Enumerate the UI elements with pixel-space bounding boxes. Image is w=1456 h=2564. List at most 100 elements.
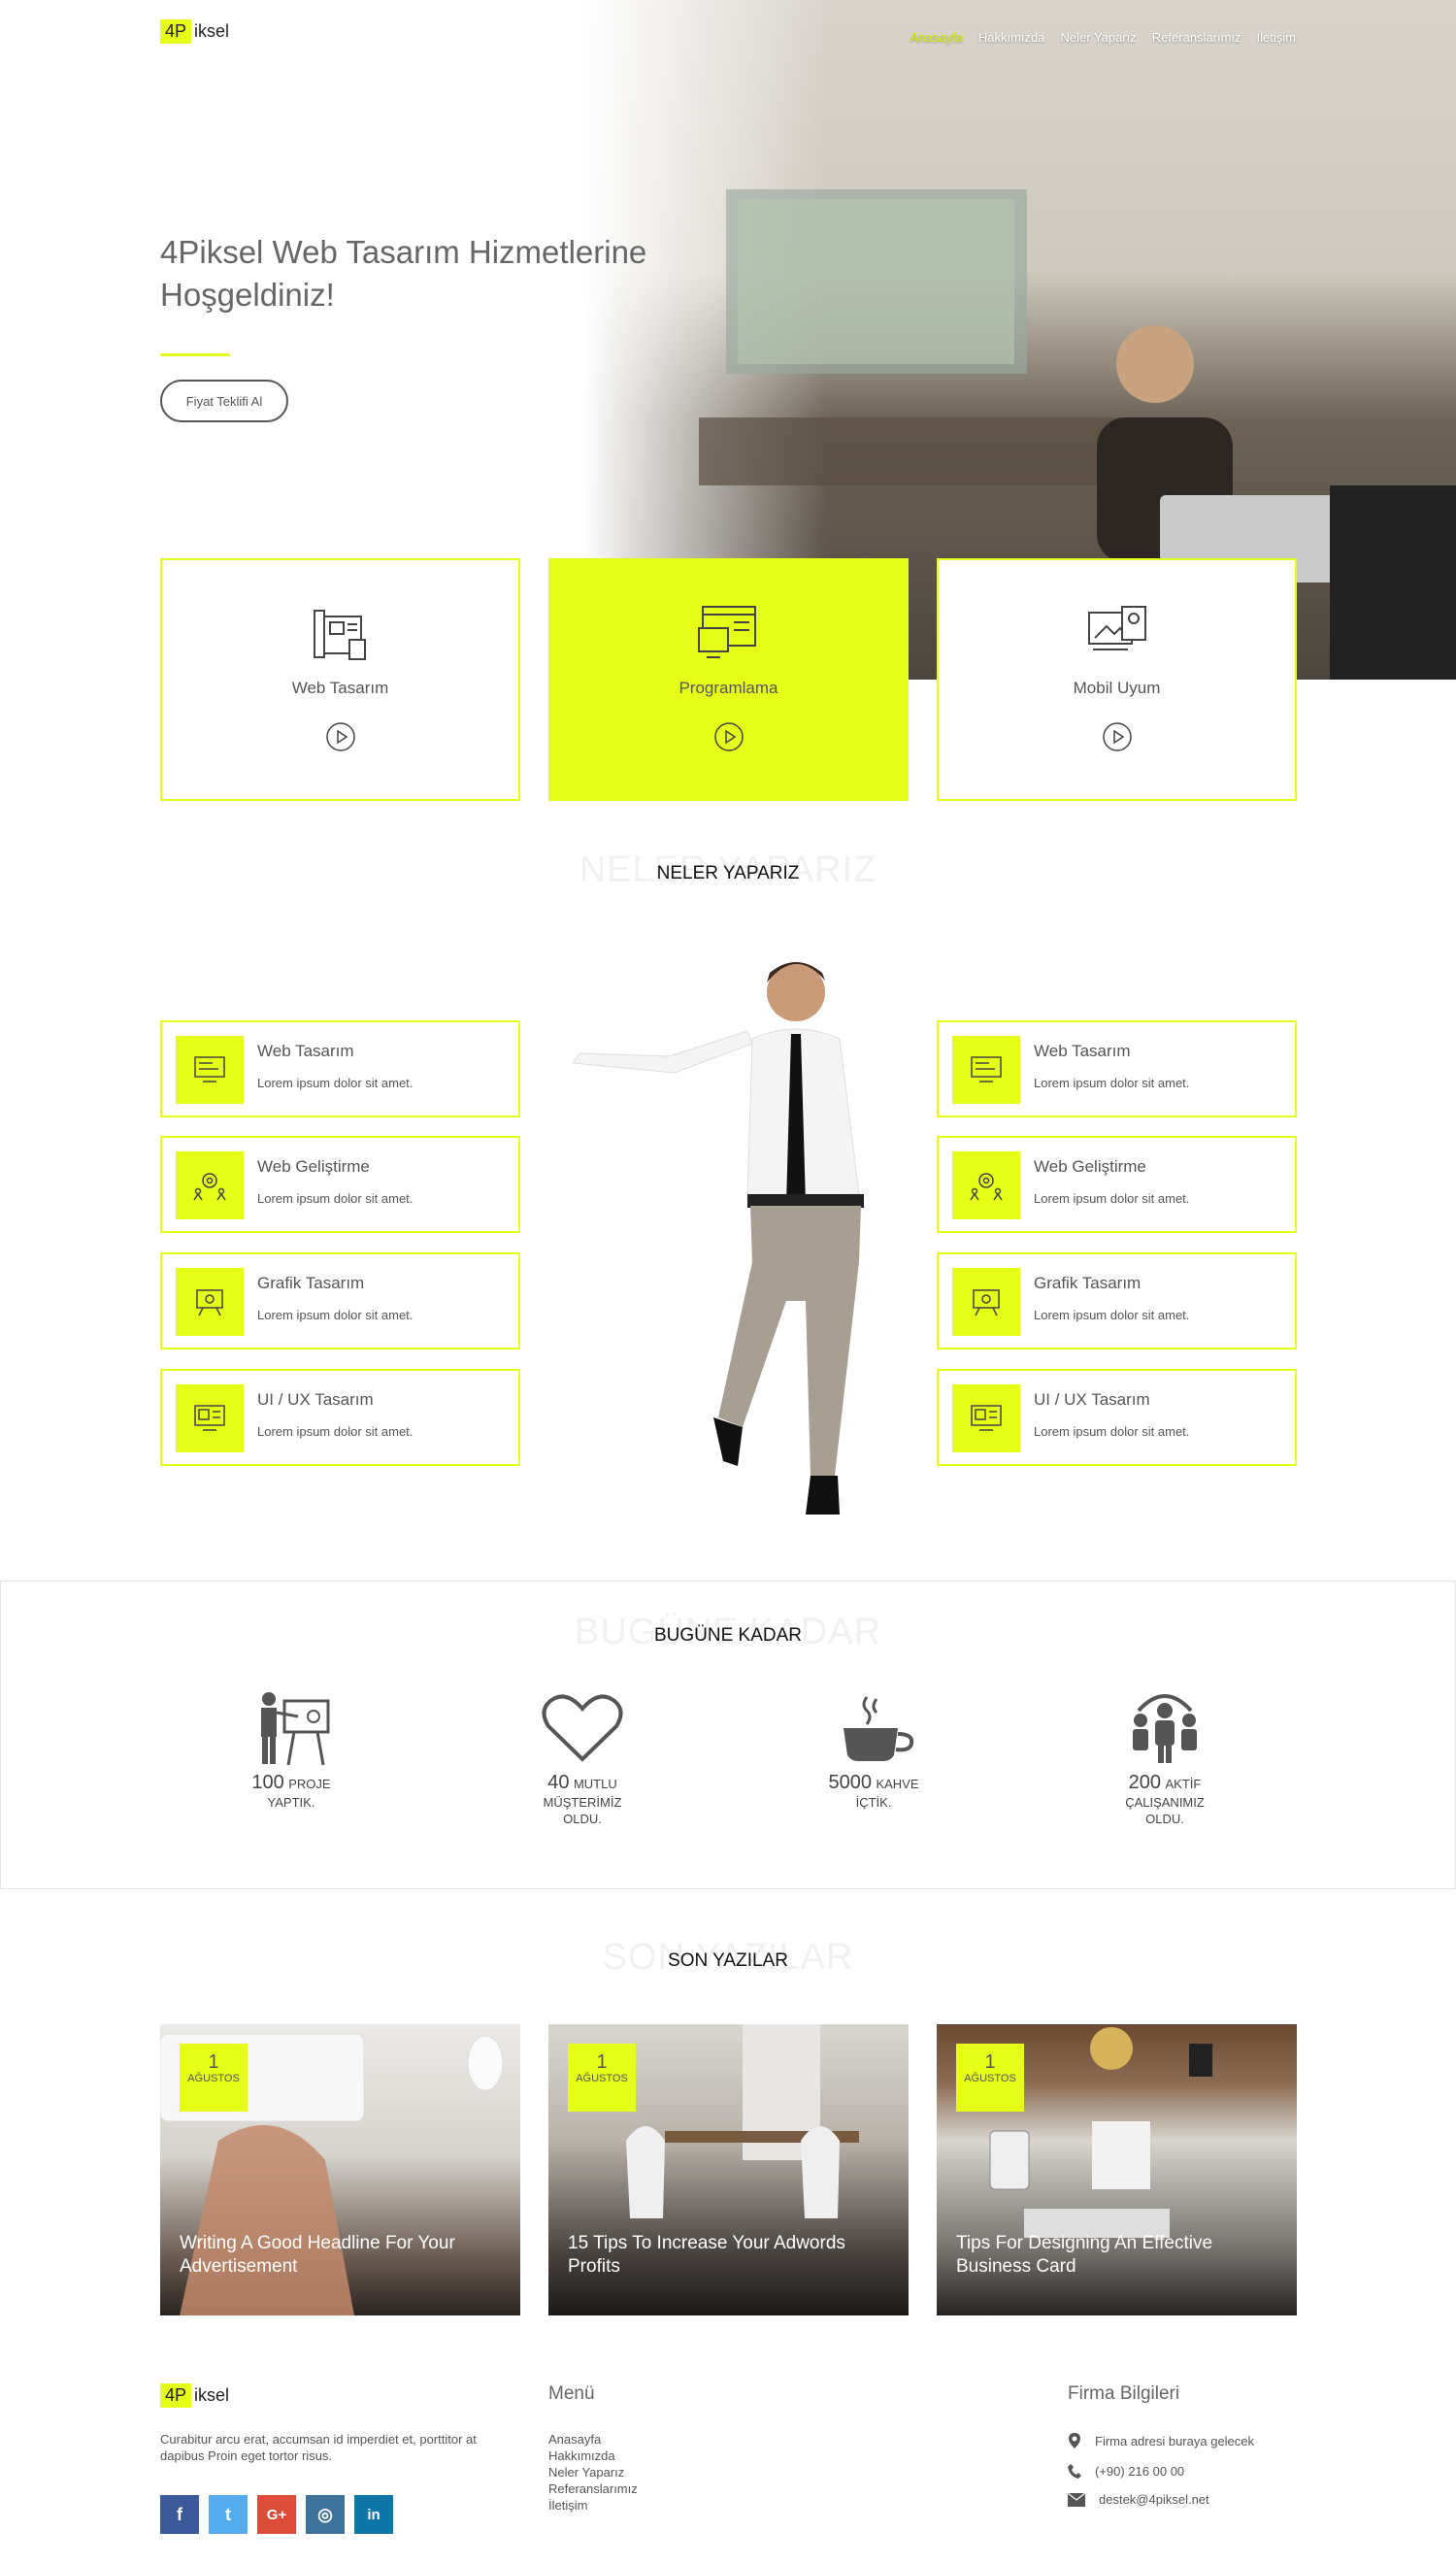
feature-box[interactable]: Web Tasarım Lorem ipsum dolor sit amet. <box>160 1020 520 1117</box>
phone-text[interactable]: (+90) 216 00 00 <box>1095 2464 1184 2479</box>
feature-desc: Lorem ipsum dolor sit amet. <box>1034 1076 1190 1090</box>
counter-number: 100 <box>251 1772 284 1793</box>
blog-post-card[interactable]: 1 AĞUSTOS Tips For Designing An Effective… <box>937 2024 1297 2315</box>
post-date-badge: 1 AĞUSTOS <box>956 2044 1024 2112</box>
footer-menu-item[interactable]: Referanslarımız <box>548 2481 638 2497</box>
section-title-services: NELER YAPARIZ NELER YAPARIZ <box>0 849 1456 891</box>
phone-icon <box>1068 2464 1081 2479</box>
contact-address: Firma adresi buraya gelecek <box>1068 2432 1254 2449</box>
feature-title: Grafik Tasarım <box>257 1274 365 1292</box>
google-plus-icon[interactable]: G+ <box>257 2495 296 2534</box>
post-title[interactable]: Writing A Good Headline For Your Adverti… <box>180 2232 501 2279</box>
logo-text: iksel <box>194 21 230 41</box>
ui-screen-icon <box>952 1384 1020 1452</box>
counter-number: 200 <box>1128 1772 1162 1793</box>
service-card-label: Web Tasarım <box>291 679 389 697</box>
feature-box[interactable]: Web Tasarım Lorem ipsum dolor sit amet. <box>937 1020 1297 1117</box>
post-date-badge: 1 AĞUSTOS <box>568 2044 636 2112</box>
design-board-icon <box>176 1268 244 1336</box>
counter-number: 40 <box>547 1772 570 1793</box>
hero-underline <box>160 353 230 356</box>
play-circle-icon[interactable] <box>1102 721 1133 752</box>
section-title-blog: SON YAZILAR SON YAZILAR <box>0 1937 1456 1979</box>
logo-text: iksel <box>194 2385 230 2405</box>
footer-info-title: Firma Bilgileri <box>1068 2383 1180 2404</box>
envelope-icon <box>1068 2492 1085 2507</box>
service-card-web-design[interactable]: Web Tasarım <box>160 558 520 801</box>
post-date-month: AĞUSTOS <box>576 2073 628 2084</box>
email-text[interactable]: destek@4piksel.net <box>1099 2492 1209 2507</box>
nav-item-services[interactable]: Neler Yaparız <box>1061 30 1137 45</box>
feature-title: Web Tasarım <box>1034 1042 1131 1060</box>
social-links: f t G+ ◎ in <box>160 2495 393 2534</box>
contact-email: destek@4piksel.net <box>1068 2492 1254 2507</box>
counter-label: PROJE <box>288 1777 331 1791</box>
section-title: BUGÜNE KADAR <box>653 1625 803 1646</box>
counter-employees: 200 AKTİF ÇALIŞANIMIZ OLDU. <box>1068 1689 1262 1827</box>
counter-label: MUTLU <box>573 1777 617 1791</box>
businessman-image <box>572 962 864 1515</box>
counter-projects: 100 PROJE YAPTIK. <box>194 1689 388 1811</box>
service-card-mobile[interactable]: Mobil Uyum <box>937 558 1297 801</box>
nav-item-home[interactable]: Anasayfa <box>910 30 963 45</box>
blog-post-card[interactable]: 1 AĞUSTOS 15 Tips To Increase Your Adword… <box>548 2024 909 2315</box>
feature-box[interactable]: UI / UX Tasarım Lorem ipsum dolor sit am… <box>937 1369 1297 1466</box>
counter-coffee: 5000 KAHVE İÇTİK. <box>777 1689 971 1811</box>
feature-title: Web Geliştirme <box>1034 1157 1146 1176</box>
monitor-icon <box>952 1036 1020 1104</box>
service-card-programming[interactable]: Programlama <box>548 558 909 801</box>
footer-logo[interactable]: 4P iksel <box>160 2383 229 2408</box>
feature-box[interactable]: Web Geliştirme Lorem ipsum dolor sit ame… <box>937 1136 1297 1233</box>
footer-about-text: Curabitur arcu erat, accumsan id imperdi… <box>160 2432 477 2463</box>
footer-menu-item[interactable]: Hakkımızda <box>548 2447 638 2464</box>
footer-menu: Anasayfa Hakkımızda Neler Yaparız Refera… <box>548 2431 638 2514</box>
quote-button[interactable]: Fiyat Teklifi Al <box>160 380 288 422</box>
blog-post-card[interactable]: 1 AĞUSTOS Writing A Good Headline For You… <box>160 2024 520 2315</box>
feature-desc: Lorem ipsum dolor sit amet. <box>1034 1308 1190 1322</box>
address-text: Firma adresi buraya gelecek <box>1095 2433 1255 2448</box>
instagram-icon[interactable]: ◎ <box>306 2495 345 2534</box>
gear-people-icon <box>952 1151 1020 1219</box>
counter-label-rest: YAPTIK. <box>267 1795 315 1810</box>
twitter-icon[interactable]: t <box>209 2495 248 2534</box>
coffee-cup-icon <box>844 1696 914 1761</box>
logo[interactable]: 4P iksel <box>160 19 229 44</box>
feature-box[interactable]: Grafik Tasarım Lorem ipsum dolor sit ame… <box>160 1252 520 1349</box>
facebook-icon[interactable]: f <box>160 2495 199 2534</box>
post-title[interactable]: 15 Tips To Increase Your Adwords Profits <box>568 2232 889 2279</box>
feature-desc: Lorem ipsum dolor sit amet. <box>1034 1424 1190 1439</box>
feature-box[interactable]: Grafik Tasarım Lorem ipsum dolor sit ame… <box>937 1252 1297 1349</box>
footer-menu-item[interactable]: Neler Yaparız <box>548 2464 638 2481</box>
footer-menu-item[interactable]: Anasayfa <box>548 2431 638 2447</box>
contact-phone: (+90) 216 00 00 <box>1068 2463 1254 2479</box>
gear-people-icon <box>176 1151 244 1219</box>
map-pin-icon <box>1069 2433 1080 2448</box>
post-date-month: AĞUSTOS <box>964 2073 1016 2084</box>
responsive-devices-icon <box>1087 606 1146 650</box>
logo-mark: 4P <box>160 19 192 44</box>
logo-mark: 4P <box>160 2383 192 2408</box>
ui-screen-icon <box>176 1384 244 1452</box>
feature-box[interactable]: UI / UX Tasarım Lorem ipsum dolor sit am… <box>160 1369 520 1466</box>
footer-contact: Firma adresi buraya gelecek (+90) 216 00… <box>1068 2432 1254 2507</box>
main-nav: Anasayfa Hakkımızda Neler Yaparız Referansl… <box>895 29 1296 47</box>
nav-item-contact[interactable]: İletişim <box>1257 30 1296 45</box>
feature-desc: Lorem ipsum dolor sit amet. <box>257 1191 414 1206</box>
post-title[interactable]: Tips For Designing An Effective Business… <box>956 2232 1277 2279</box>
play-circle-icon[interactable] <box>713 721 745 752</box>
post-date-day: 1 <box>208 2051 219 2073</box>
section-title: NELER YAPARIZ <box>656 863 800 883</box>
play-circle-icon[interactable] <box>325 721 356 752</box>
hero-title: 4Piksel Web Tasarım Hizmetlerine Hoşgeld… <box>160 231 743 316</box>
nav-item-references[interactable]: Referanslarımız <box>1152 30 1241 45</box>
counter-number: 5000 <box>828 1772 872 1793</box>
feature-title: Web Geliştirme <box>257 1157 370 1176</box>
feature-box[interactable]: Web Geliştirme Lorem ipsum dolor sit ame… <box>160 1136 520 1233</box>
footer-menu-item[interactable]: İletişim <box>548 2497 638 2514</box>
linkedin-icon[interactable]: in <box>354 2495 393 2534</box>
team-icon <box>1133 1694 1197 1763</box>
hero-title-line-2: Hoşgeldiniz! <box>160 277 335 313</box>
nav-item-about[interactable]: Hakkımızda <box>978 30 1045 45</box>
post-date-month: AĞUSTOS <box>187 2073 240 2084</box>
footer-menu-title: Menü <box>548 2383 595 2404</box>
